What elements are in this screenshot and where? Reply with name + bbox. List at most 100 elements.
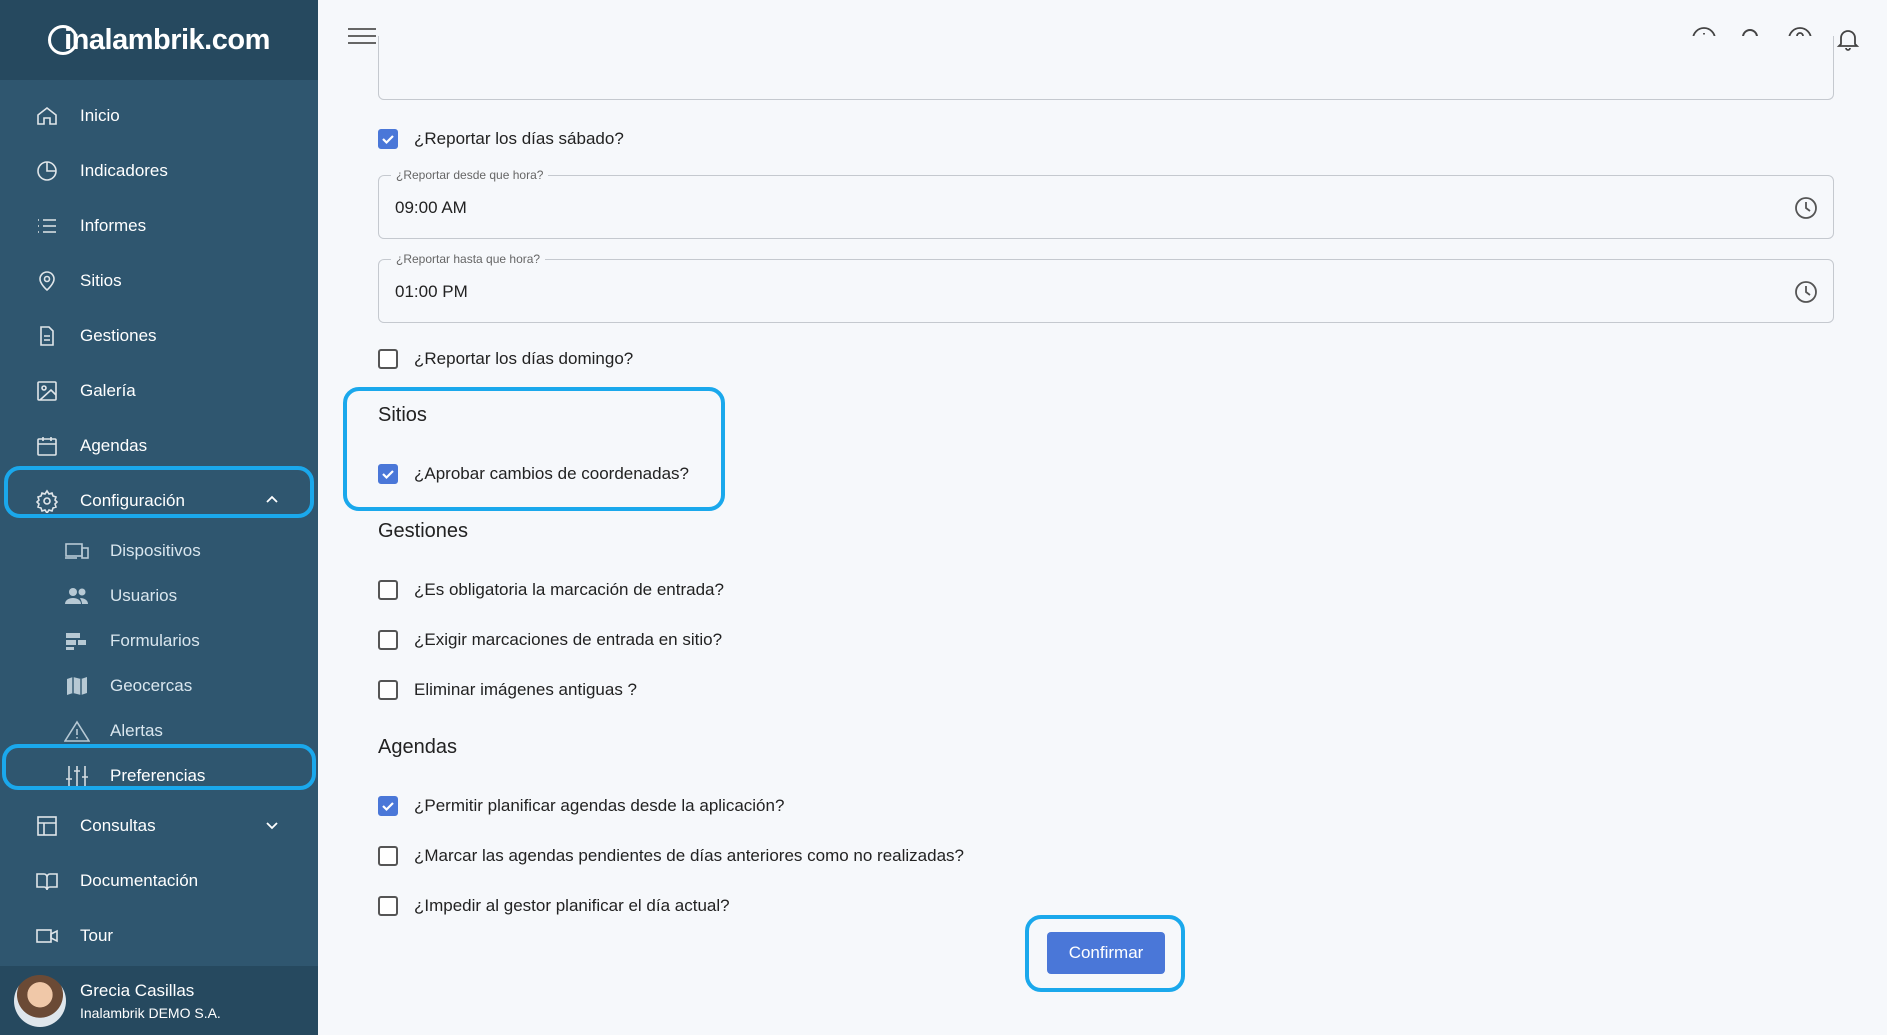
- subitem-label: Preferencias: [110, 765, 206, 785]
- checkbox-label: ¿Reportar los días domingo?: [414, 349, 634, 368]
- sidebar-item-tour[interactable]: Tour: [0, 908, 318, 963]
- sidebar-subitem-usuarios[interactable]: Usuarios: [0, 573, 318, 618]
- checkbox-sunday[interactable]: [378, 349, 398, 369]
- sidebar-item-label: Inicio: [80, 105, 120, 125]
- sidebar-subitem-alertas[interactable]: Alertas: [0, 708, 318, 753]
- document-icon: [34, 323, 60, 349]
- truncated-time-field[interactable]: [378, 36, 1834, 100]
- form-icon: [64, 629, 90, 653]
- sidebar-item-label: Galería: [80, 380, 136, 400]
- sidebar-subitem-geocercas[interactable]: Geocercas: [0, 663, 318, 708]
- users-icon: [64, 584, 90, 608]
- sidebar-item-inicio[interactable]: Inicio: [0, 88, 318, 143]
- checkbox-label: ¿Marcar las agendas pendientes de días a…: [414, 846, 964, 865]
- section-title-gestiones: Gestiones: [378, 520, 469, 542]
- video-icon: [34, 923, 60, 949]
- check-delete-images[interactable]: Eliminar imágenes antiguas ?: [378, 680, 637, 700]
- sidebar-item-label: Informes: [80, 215, 147, 235]
- checkbox-approve-coords[interactable]: [378, 464, 398, 484]
- user-profile[interactable]: Grecia Casillas Inalambrik DEMO S.A.: [0, 966, 318, 1035]
- check-prevent-today[interactable]: ¿Impedir al gestor planificar el día act…: [378, 896, 730, 916]
- time-from-field[interactable]: ¿Reportar desde que hora? 09:00 AM: [378, 168, 1834, 239]
- field-value: 09:00 AM: [395, 198, 467, 217]
- field-value: 01:00 PM: [395, 282, 468, 301]
- sidebar-item-agendas[interactable]: Agendas: [0, 418, 318, 473]
- time-to-field[interactable]: ¿Reportar hasta que hora? 01:00 PM: [378, 252, 1834, 323]
- book-icon: [34, 868, 60, 894]
- checkbox-label: ¿Aprobar cambios de coordenadas?: [414, 464, 689, 483]
- image-icon: [34, 378, 60, 404]
- sidebar-item-configuracion[interactable]: Configuración: [0, 473, 318, 528]
- calendar-icon: [34, 433, 60, 459]
- brand-logo[interactable]: inalambrik.com: [48, 24, 270, 57]
- checkbox-label: ¿Es obligatoria la marcación de entrada?: [414, 580, 724, 599]
- sidebar-item-label: Documentación: [80, 870, 199, 890]
- sidebar-item-indicadores[interactable]: Indicadores: [0, 143, 318, 198]
- brand-bar: inalambrik.com: [0, 0, 318, 80]
- check-approve-coords[interactable]: ¿Aprobar cambios de coordenadas?: [378, 464, 689, 484]
- warning-icon: [64, 719, 90, 743]
- checkbox-allow-app-planning[interactable]: [378, 796, 398, 816]
- subitem-label: Dispositivos: [110, 540, 201, 560]
- sidebar-item-gestiones[interactable]: Gestiones: [0, 308, 318, 363]
- sidebar-item-label: Indicadores: [80, 160, 168, 180]
- subitem-label: Geocercas: [110, 675, 193, 695]
- section-title-sitios: Sitios: [378, 404, 427, 426]
- check-icon: [382, 802, 394, 812]
- subitem-label: Formularios: [110, 630, 200, 650]
- chevron-up-icon[interactable]: [262, 490, 282, 510]
- sidebar-subitem-formularios[interactable]: Formularios: [0, 618, 318, 663]
- checkbox-mark-pending[interactable]: [378, 846, 398, 866]
- check-saturday[interactable]: ¿Reportar los días sábado?: [378, 129, 624, 149]
- home-icon: [34, 103, 60, 129]
- check-mark-pending[interactable]: ¿Marcar las agendas pendientes de días a…: [378, 846, 964, 866]
- check-sunday[interactable]: ¿Reportar los días domingo?: [378, 349, 633, 369]
- checkbox-saturday[interactable]: [378, 129, 398, 149]
- checkbox-delete-images[interactable]: [378, 680, 398, 700]
- checkbox-label: ¿Permitir planificar agendas desde la ap…: [414, 796, 785, 815]
- map-icon: [64, 674, 90, 698]
- checkbox-label: ¿Reportar los días sábado?: [414, 129, 624, 148]
- field-label: ¿Reportar desde que hora?: [391, 168, 549, 182]
- checkbox-label: ¿Exigir marcaciones de entrada en sitio?: [414, 630, 723, 649]
- subitem-label: Alertas: [110, 720, 163, 740]
- check-icon: [382, 470, 394, 480]
- sidebar-item-label: Sitios: [80, 270, 122, 290]
- sidebar-subitem-preferencias[interactable]: Preferencias: [0, 753, 318, 798]
- logo-text: inalambrik.com: [64, 23, 270, 56]
- devices-icon: [64, 539, 90, 563]
- sliders-icon: [64, 764, 90, 788]
- check-allow-app-planning[interactable]: ¿Permitir planificar agendas desde la ap…: [378, 796, 784, 816]
- sidebar: inalambrik.com Inicio Indicadores Inform…: [0, 0, 318, 1035]
- sidebar-item-consultas[interactable]: Consultas: [0, 798, 318, 853]
- checkbox-label: Eliminar imágenes antiguas ?: [414, 680, 638, 699]
- sidebar-item-galeria[interactable]: Galería: [0, 363, 318, 418]
- section-title-agendas: Agendas: [378, 736, 457, 758]
- sidebar-item-sitios[interactable]: Sitios: [0, 253, 318, 308]
- checkbox-prevent-today[interactable]: [378, 896, 398, 916]
- sidebar-item-label: Consultas: [80, 815, 156, 835]
- bell-icon[interactable]: [1835, 26, 1861, 52]
- clock-icon[interactable]: [1793, 195, 1819, 221]
- clock-icon[interactable]: [1793, 279, 1819, 305]
- chevron-down-icon[interactable]: [262, 815, 282, 835]
- check-mandatory-entry[interactable]: ¿Es obligatoria la marcación de entrada?: [378, 580, 724, 600]
- sidebar-item-label: Tour: [80, 925, 114, 945]
- subitem-label: Usuarios: [110, 585, 178, 605]
- checkbox-label: ¿Impedir al gestor planificar el día act…: [414, 896, 730, 915]
- secondary-nav: Consultas Documentación Tour: [0, 798, 318, 963]
- user-info: Grecia Casillas Inalambrik DEMO S.A.: [80, 981, 221, 1021]
- check-require-entry-site[interactable]: ¿Exigir marcaciones de entrada en sitio?: [378, 630, 722, 650]
- checkbox-require-entry-site[interactable]: [378, 630, 398, 650]
- field-label: ¿Reportar hasta que hora?: [391, 252, 546, 266]
- sidebar-item-documentacion[interactable]: Documentación: [0, 853, 318, 908]
- pie-chart-icon: [34, 158, 60, 184]
- hamburger-menu-icon[interactable]: [348, 28, 376, 50]
- sidebar-item-informes[interactable]: Informes: [0, 198, 318, 253]
- user-name: Grecia Casillas: [80, 980, 195, 1000]
- checkbox-mandatory-entry[interactable]: [378, 580, 398, 600]
- check-icon: [382, 135, 394, 145]
- confirm-button[interactable]: Confirmar: [1047, 932, 1165, 974]
- sidebar-subitem-dispositivos[interactable]: Dispositivos: [0, 528, 318, 573]
- sidebar-item-label: Gestiones: [80, 325, 157, 345]
